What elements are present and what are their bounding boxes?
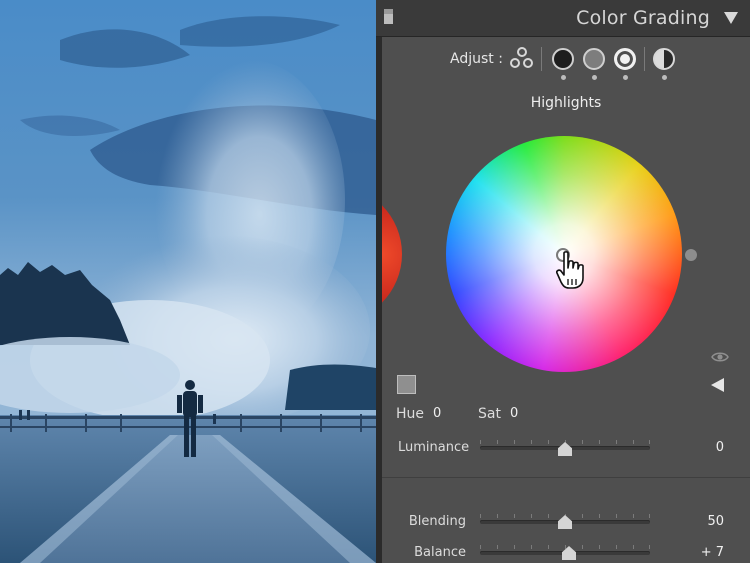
- mode-separator: [541, 47, 542, 71]
- highlights-wheel-icon[interactable]: [614, 48, 636, 70]
- sat-label: Sat: [478, 406, 501, 422]
- previous-wheel-peek: [382, 185, 404, 323]
- blending-label: Blending: [408, 514, 466, 529]
- geyser-boardwalk-image: [0, 0, 376, 563]
- photo-preview: [0, 0, 376, 563]
- midtones-indicator-dot: [592, 75, 597, 80]
- sat-value[interactable]: 0: [510, 406, 518, 421]
- balance-slider-ticks: [480, 545, 650, 549]
- panel-header[interactable]: Color Grading: [376, 0, 750, 37]
- hand-cursor-icon: [556, 251, 584, 289]
- hue-label: Hue: [396, 406, 425, 422]
- mode-separator: [644, 47, 645, 71]
- three-circles-icon[interactable]: [509, 47, 535, 71]
- shadows-indicator-dot: [561, 75, 566, 80]
- blending-value[interactable]: 50: [684, 514, 724, 529]
- midtones-wheel-icon[interactable]: [583, 48, 605, 70]
- luminance-value[interactable]: 0: [684, 440, 724, 455]
- panel-title: Color Grading: [576, 7, 710, 29]
- wheel-title: Highlights: [530, 95, 602, 111]
- eye-icon[interactable]: [711, 351, 729, 363]
- triangle-down-icon[interactable]: [724, 12, 738, 24]
- color-swatch[interactable]: [397, 375, 416, 394]
- balance-label: Balance: [414, 545, 466, 560]
- triangle-left-icon[interactable]: [711, 378, 724, 392]
- saturation-knob[interactable]: [685, 249, 697, 261]
- luminance-label: Luminance: [398, 440, 470, 455]
- shadows-wheel-icon[interactable]: [552, 48, 574, 70]
- panel-switch-icon[interactable]: [384, 9, 393, 24]
- color-grading-panel: Adjust : Highlights Hue 0 Sat 0 Luminanc…: [382, 37, 750, 563]
- global-indicator-dot: [662, 75, 667, 80]
- global-half-circle-icon[interactable]: [653, 48, 675, 70]
- adjust-label: Adjust :: [450, 51, 503, 67]
- highlights-indicator-dot: [623, 75, 628, 80]
- balance-value[interactable]: + 7: [684, 545, 724, 560]
- section-divider: [382, 477, 750, 478]
- hue-value[interactable]: 0: [433, 406, 441, 421]
